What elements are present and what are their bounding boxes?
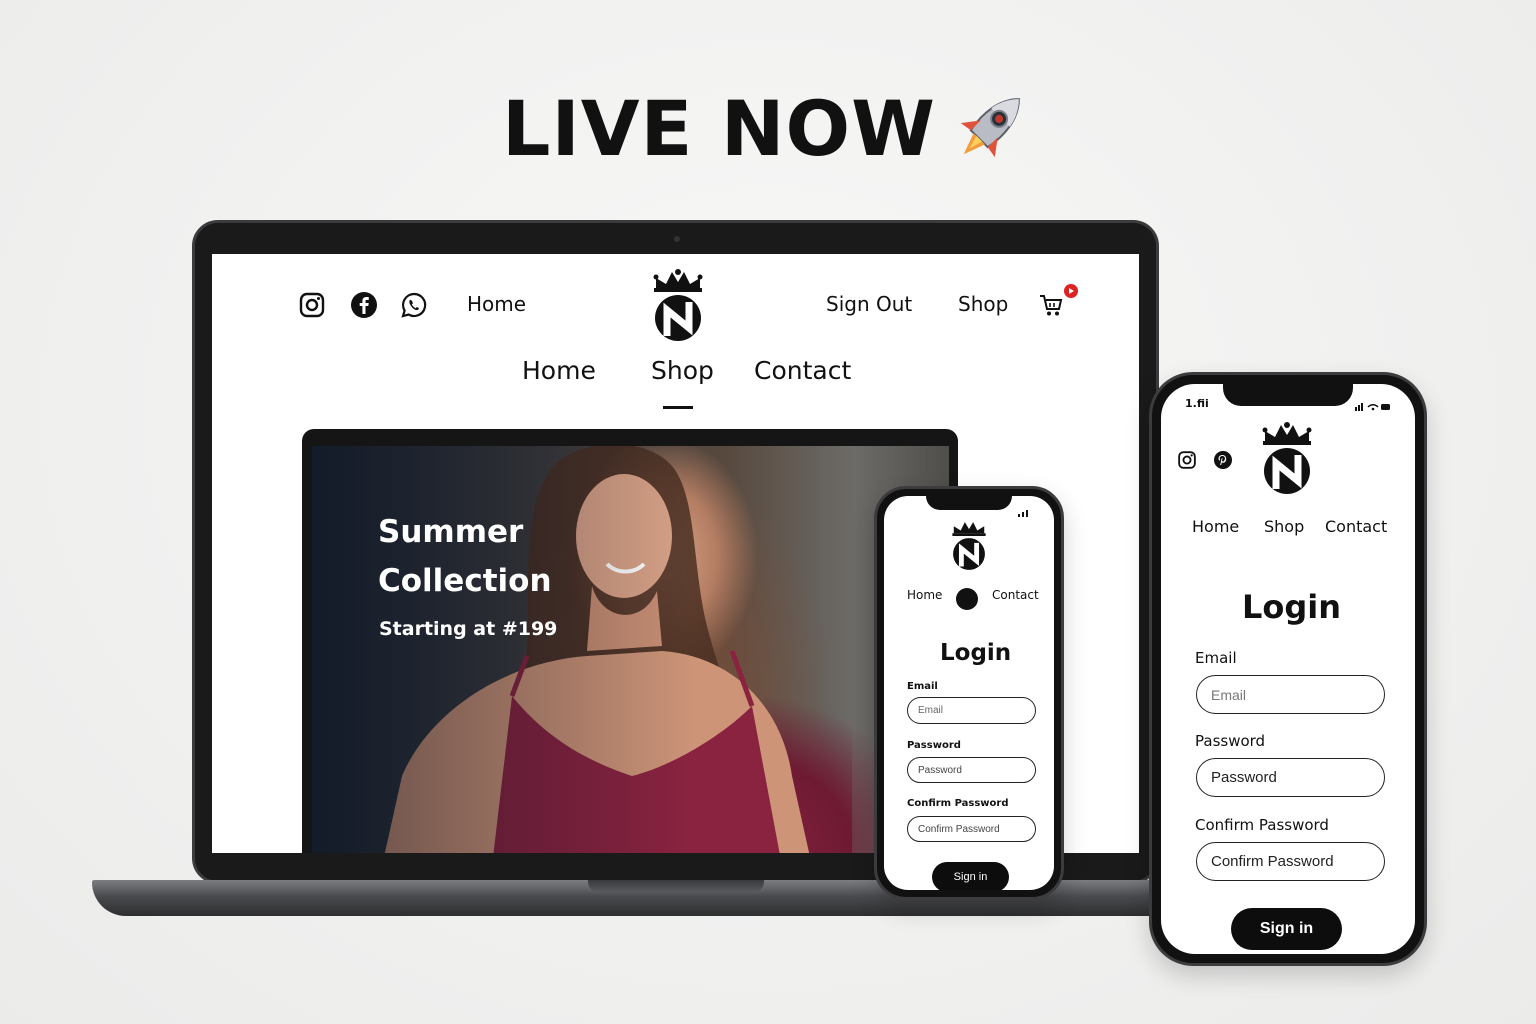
phone-small-screen: Home Contact Login Email Email Password … (884, 496, 1054, 890)
top-nav-shop[interactable]: Shop (958, 292, 1008, 316)
top-nav-sign-out[interactable]: Sign Out (826, 292, 912, 316)
password-field[interactable]: Password (1196, 758, 1385, 797)
confirm-password-placeholder: Confirm Password (918, 823, 1000, 835)
pinterest-icon[interactable] (1213, 450, 1233, 475)
login-title: Login (940, 640, 1012, 666)
laptop-hinge-notch (588, 880, 764, 892)
status-carrier: 1.fii (1185, 397, 1209, 410)
phone-small-notch (926, 496, 1012, 510)
email-label: Email (1195, 649, 1237, 667)
menu-dot-icon[interactable] (956, 588, 978, 610)
headline: LIVE NOW (0, 78, 1536, 178)
brand-logo[interactable] (648, 266, 708, 349)
status-icons (1355, 398, 1391, 416)
top-nav-home[interactable]: Home (467, 292, 526, 316)
confirm-password-field[interactable]: Confirm Password (907, 816, 1036, 842)
confirm-password-field[interactable]: Confirm Password (1196, 842, 1385, 881)
headline-text: LIVE NOW (502, 83, 936, 173)
hero-title-line-2: Collection (378, 563, 552, 599)
cart-badge (1064, 284, 1078, 298)
login-title: Login (1242, 588, 1342, 626)
phone-large-notch (1223, 384, 1353, 406)
brand-logo[interactable] (948, 518, 990, 577)
nav-home[interactable]: Home (1192, 517, 1239, 536)
email-placeholder: Email (918, 705, 944, 716)
nav-shop[interactable]: Shop (1264, 517, 1304, 536)
facebook-icon[interactable] (350, 291, 378, 319)
password-placeholder: Password (918, 764, 962, 776)
nav-contact[interactable]: Contact (1325, 517, 1387, 536)
password-label: Password (1195, 732, 1266, 750)
hero-subtitle: Starting at #199 (379, 618, 558, 640)
main-nav-shop[interactable]: Shop (651, 356, 714, 385)
active-nav-indicator (663, 406, 693, 409)
main-nav-contact[interactable]: Contact (754, 356, 851, 385)
whatsapp-icon[interactable] (400, 291, 428, 319)
password-field[interactable]: Password (907, 757, 1036, 783)
hero-banner[interactable]: Summer Collection Starting at #199 (312, 446, 949, 853)
hero-title-line-1: Summer (378, 514, 524, 550)
instagram-icon[interactable] (298, 291, 326, 319)
password-label: Password (907, 740, 961, 751)
email-placeholder: Email (1211, 686, 1247, 703)
sign-in-button[interactable]: Sign in (932, 862, 1009, 890)
confirm-password-label: Confirm Password (1195, 816, 1329, 834)
nav-home[interactable]: Home (907, 588, 942, 602)
cart-icon[interactable] (1038, 292, 1064, 323)
confirm-password-placeholder: Confirm Password (1211, 853, 1334, 870)
email-label: Email (907, 681, 938, 692)
password-placeholder: Password (1211, 769, 1277, 786)
main-nav-home[interactable]: Home (522, 356, 596, 385)
rocket-icon (950, 84, 1034, 173)
nav-contact[interactable]: Contact (992, 588, 1039, 602)
hero-title: Summer Collection (378, 508, 598, 606)
laptop-camera (674, 236, 680, 242)
brand-logo[interactable] (1257, 418, 1317, 503)
email-field[interactable]: Email (1196, 675, 1385, 714)
confirm-password-label: Confirm Password (907, 798, 1009, 809)
phone-large-screen: 1.fii Home Shop Contact Login Email Emai… (1161, 384, 1415, 954)
signal-icon (1018, 504, 1032, 522)
instagram-icon[interactable] (1177, 450, 1197, 475)
sign-in-button[interactable]: Sign in (1231, 908, 1342, 950)
email-field[interactable]: Email (907, 697, 1036, 724)
